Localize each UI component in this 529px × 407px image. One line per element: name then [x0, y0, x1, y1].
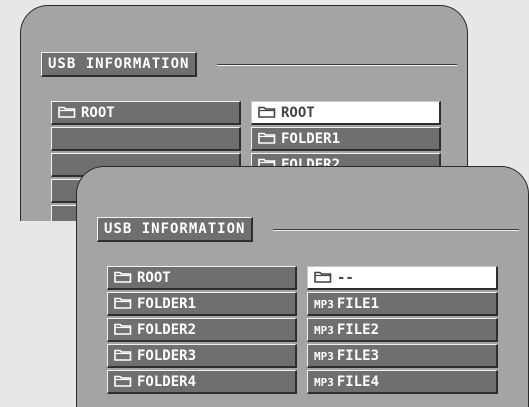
list-item[interactable]: MP3 FILE1: [307, 292, 498, 316]
folder-icon: [114, 322, 132, 335]
list-item[interactable]: FOLDER2: [107, 318, 297, 342]
list-item[interactable]: FOLDER1: [107, 292, 297, 316]
list-item-label: FILE4: [336, 374, 380, 390]
screen-title: USB INFORMATION: [97, 217, 254, 242]
list-item-label: FOLDER4: [137, 374, 197, 390]
folder-icon: [114, 270, 132, 283]
list-item[interactable]: FOLDER4: [107, 370, 297, 394]
list-item-selected[interactable]: ROOT: [251, 101, 441, 125]
list-item-label: FOLDER1: [137, 296, 197, 312]
folder-icon: [114, 374, 132, 387]
folder-icon: [114, 296, 132, 309]
list-item-label: FOLDER2: [137, 322, 197, 338]
file-type-tag: MP3: [314, 376, 334, 389]
list-item[interactable]: FOLDER1: [251, 127, 441, 151]
folder-tree-list: ROOT FOLDER1 FOLDER2 FOLDER3 FOLDER4: [107, 266, 297, 396]
list-item[interactable]: MP3 FILE4: [307, 370, 498, 394]
file-type-tag: MP3: [314, 350, 334, 363]
list-item[interactable]: ROOT: [107, 266, 297, 290]
screen-title: USB INFORMATION: [41, 52, 198, 77]
list-item-label: --: [337, 270, 354, 286]
folder-icon: [58, 105, 76, 118]
list-item[interactable]: ROOT: [51, 101, 241, 125]
list-item-label: ROOT: [81, 105, 115, 121]
list-item-label: FILE2: [336, 322, 380, 338]
list-item-label: FOLDER1: [281, 131, 341, 147]
folder-icon: [114, 348, 132, 361]
list-item-label: FILE3: [336, 348, 380, 364]
folder-icon: [258, 131, 276, 144]
file-type-tag: MP3: [314, 298, 334, 311]
list-item[interactable]: [51, 127, 241, 151]
list-item-selected[interactable]: --: [307, 266, 498, 290]
list-item[interactable]: FOLDER3: [107, 344, 297, 368]
file-type-tag: MP3: [314, 324, 334, 337]
list-item-label: ROOT: [281, 105, 315, 121]
list-item[interactable]: MP3 FILE2: [307, 318, 498, 342]
title-divider: [273, 229, 519, 231]
file-list: -- MP3 FILE1 MP3 FILE2 MP3 FILE3 MP3 FILE4: [307, 266, 498, 396]
list-item[interactable]: MP3 FILE3: [307, 344, 498, 368]
usb-info-screen-front: USB INFORMATION ROOT FOLDER1 FOLDER2 FOLDER…: [76, 166, 529, 407]
title-divider: [217, 64, 457, 66]
folder-icon: [258, 105, 276, 118]
list-item-label: ROOT: [137, 270, 171, 286]
folder-icon: [314, 270, 332, 283]
list-item-label: FOLDER3: [137, 348, 197, 364]
list-item-label: FILE1: [336, 296, 380, 312]
